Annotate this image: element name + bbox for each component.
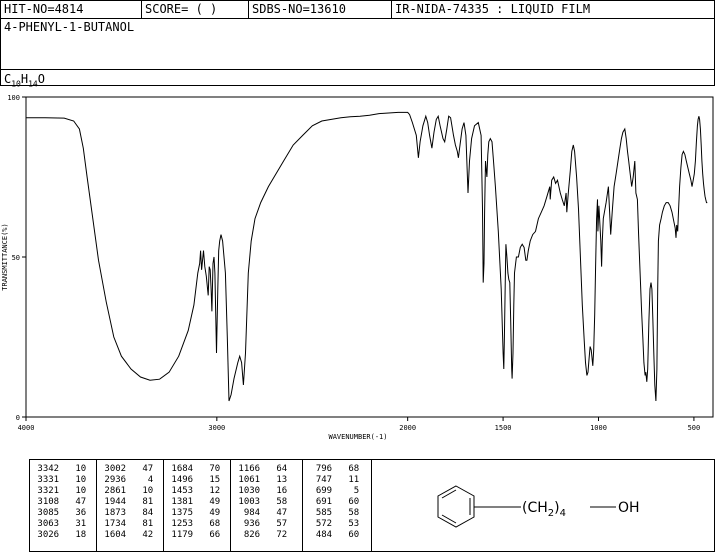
ir-info: IR-NIDA-74335 : LIQUID FILM xyxy=(395,2,591,16)
peak-row: 1166 64 xyxy=(233,464,288,474)
hit-number: HIT-NO=4814 xyxy=(4,2,84,16)
peak-row: 1253 68 xyxy=(166,519,221,529)
sdbs-number: SDBS-NO=13610 xyxy=(252,2,346,16)
header-rule xyxy=(1,18,714,19)
x-axis-label: WAVENUMBER(-1) xyxy=(328,433,387,441)
peak-row: 3026 18 xyxy=(32,530,87,540)
plot-frame xyxy=(25,96,714,418)
compound-name: 4-PHENYL-1-BUTANOL xyxy=(4,20,135,34)
peak-row: 572 53 xyxy=(305,519,360,529)
score: SCORE= ( ) xyxy=(145,2,218,16)
peak-column-divider xyxy=(163,460,164,551)
peak-row: 1734 81 xyxy=(99,519,154,529)
hydroxyl-label: OH xyxy=(618,500,640,516)
formula-rule xyxy=(1,69,714,70)
y-axis-label: TRANSMITTANCE(%) xyxy=(1,223,9,290)
y-tick-label: 50 xyxy=(12,254,20,262)
peak-row: 984 47 xyxy=(233,508,288,518)
peak-column: 796 68 747 11 699 5 691 60 585 58 572 53… xyxy=(305,464,359,541)
peak-row: 3321 10 xyxy=(32,486,87,496)
peak-row: 1944 81 xyxy=(99,497,154,507)
peak-row: 1375 49 xyxy=(166,508,221,518)
peak-row: 1873 84 xyxy=(99,508,154,518)
peak-column: 1166 64 1061 13 1030 16 1003 58 984 47 9… xyxy=(233,464,287,541)
structure-box: (CH2)4 OH xyxy=(371,459,715,552)
x-tick-label: 500 xyxy=(688,424,701,432)
peak-row: 1003 58 xyxy=(233,497,288,507)
header-box: HIT-NO=4814 SCORE= ( ) SDBS-NO=13610 IR-… xyxy=(0,0,715,89)
y-tick-label: 0 xyxy=(16,414,20,422)
x-tick-label: 4000 xyxy=(18,424,35,432)
peak-column: 1684 70 1496 15 1453 12 1381 49 1375 49 … xyxy=(166,464,220,541)
peak-row: 2861 10 xyxy=(99,486,154,496)
peak-row: 826 72 xyxy=(233,530,288,540)
y-axis: 0 50 100 xyxy=(7,94,26,422)
spectrum-line xyxy=(26,111,708,402)
x-tick-label: 2000 xyxy=(399,424,416,432)
x-tick-label: 3000 xyxy=(208,424,225,432)
peak-row: 747 11 xyxy=(305,475,360,485)
peak-row: 1381 49 xyxy=(166,497,221,507)
peak-row: 691 60 xyxy=(305,497,360,507)
peak-table-box: 3342 10 3331 10 3321 10 3108 47 3085 36 … xyxy=(29,459,372,552)
peak-row: 1604 42 xyxy=(99,530,154,540)
peak-column-divider xyxy=(302,460,303,551)
peak-column: 3002 47 2936 4 2861 10 1944 81 1873 84 1… xyxy=(99,464,153,541)
chemical-structure: (CH2)4 OH xyxy=(437,485,640,528)
y-tick-label: 100 xyxy=(7,94,20,102)
peak-row: 3002 47 xyxy=(99,464,154,474)
peak-row: 1061 13 xyxy=(233,475,288,485)
chain-label: (CH2)4 xyxy=(522,500,566,519)
x-tick-label: 1500 xyxy=(495,424,512,432)
peak-row: 585 58 xyxy=(305,508,360,518)
peak-row: 1179 66 xyxy=(166,530,221,540)
ir-spectrum-chart: 4000 3000 2000 1500 1000 500 0 50 100 WAVENUMBE… xyxy=(1,94,714,441)
peak-row: 1030 16 xyxy=(233,486,288,496)
peak-row: 3331 10 xyxy=(32,475,87,485)
x-tick-label: 1000 xyxy=(590,424,607,432)
peak-row: 1496 15 xyxy=(166,475,221,485)
x-axis: 4000 3000 2000 1500 1000 500 xyxy=(18,417,701,432)
peak-row: 1453 12 xyxy=(166,486,221,496)
peak-row: 2936 4 xyxy=(99,475,154,485)
peak-row: 3108 47 xyxy=(32,497,87,507)
peak-row: 1684 70 xyxy=(166,464,221,474)
peak-row: 3342 10 xyxy=(32,464,87,474)
peak-row: 484 60 xyxy=(305,530,360,540)
peak-column: 3342 10 3331 10 3321 10 3108 47 3085 36 … xyxy=(32,464,86,541)
peak-column-divider xyxy=(230,460,231,551)
peak-row: 699 5 xyxy=(305,486,360,496)
peak-row: 936 57 xyxy=(233,519,288,529)
peak-row: 3085 36 xyxy=(32,508,87,518)
peak-row: 3063 31 xyxy=(32,519,87,529)
benzene-ring-icon xyxy=(437,485,475,528)
molecular-formula: C10H14O xyxy=(4,72,45,89)
peak-row: 796 68 xyxy=(305,464,360,474)
peak-column-divider xyxy=(96,460,97,551)
